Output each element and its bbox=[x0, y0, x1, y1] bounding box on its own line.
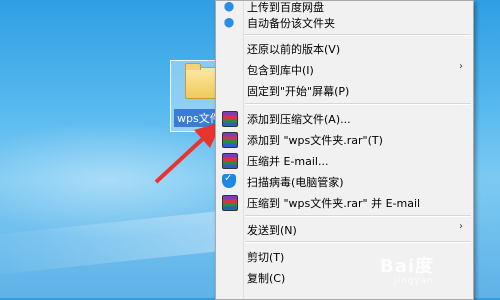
cloud-icon bbox=[222, 15, 236, 29]
menu-item-label: 压缩到 "wps文件夹.rar" 并 E-mail bbox=[247, 197, 421, 210]
menu-item-auto-backup[interactable]: 自动备份该文件夹 bbox=[216, 11, 473, 33]
menu-item-add-to-rar[interactable]: 添加到 "wps文件夹.rar"(T) bbox=[216, 128, 473, 150]
menu-item-label: 包含到库中(I) bbox=[247, 64, 314, 77]
menu-item-pin-start[interactable]: 固定到"开始"屏幕(P) bbox=[216, 79, 473, 101]
menu-item-restore-versions[interactable]: 还原以前的版本(V) bbox=[216, 37, 473, 59]
menu-separator bbox=[245, 241, 471, 243]
menu-separator bbox=[245, 103, 471, 105]
menu-item-scan-virus[interactable]: 扫描病毒(电脑管家) bbox=[216, 170, 473, 192]
shield-icon bbox=[222, 173, 236, 188]
menu-item-cut[interactable]: 剪切(T) bbox=[216, 245, 473, 267]
menu-item-label: 剪切(T) bbox=[247, 251, 285, 264]
menu-item-include-library[interactable]: 包含到库中(I) › bbox=[216, 58, 473, 80]
menu-item-label: 添加到压缩文件(A)... bbox=[247, 113, 351, 126]
winrar-icon bbox=[222, 153, 238, 169]
context-menu: 上传到百度网盘 自动备份该文件夹 还原以前的版本(V) 包含到库中(I) › 固… bbox=[215, 0, 474, 300]
winrar-icon bbox=[222, 132, 238, 148]
menu-item-label: 固定到"开始"屏幕(P) bbox=[247, 85, 350, 98]
menu-item-label: 添加到 "wps文件夹.rar"(T) bbox=[247, 134, 383, 147]
menu-item-label: 还原以前的版本(V) bbox=[247, 43, 341, 56]
menu-item-label: 自动备份该文件夹 bbox=[247, 17, 335, 30]
watermark-sub: jingyan bbox=[394, 276, 435, 286]
menu-item-add-archive[interactable]: 添加到压缩文件(A)... bbox=[216, 107, 473, 129]
menu-separator bbox=[245, 215, 471, 217]
winrar-icon bbox=[222, 111, 238, 127]
menu-item-compress-rar-email[interactable]: 压缩到 "wps文件夹.rar" 并 E-mail bbox=[216, 191, 473, 213]
menu-item-label: 压缩并 E-mail... bbox=[247, 155, 329, 168]
menu-item-label: 复制(C) bbox=[247, 272, 286, 285]
menu-item-send-to[interactable]: 发送到(N) › bbox=[216, 218, 473, 240]
submenu-arrow-icon: › bbox=[459, 61, 463, 72]
winrar-icon bbox=[222, 195, 238, 211]
menu-separator bbox=[245, 34, 471, 36]
menu-item-compress-email[interactable]: 压缩并 E-mail... bbox=[216, 149, 473, 171]
menu-item-label: 扫描病毒(电脑管家) bbox=[247, 176, 344, 189]
menu-item-label: 发送到(N) bbox=[247, 224, 297, 237]
submenu-arrow-icon: › bbox=[459, 221, 463, 232]
watermark-text: Bai度 bbox=[380, 256, 435, 277]
menu-item-copy[interactable]: 复制(C) bbox=[216, 266, 473, 288]
baidu-watermark: Bai度 jingyan bbox=[380, 252, 434, 286]
